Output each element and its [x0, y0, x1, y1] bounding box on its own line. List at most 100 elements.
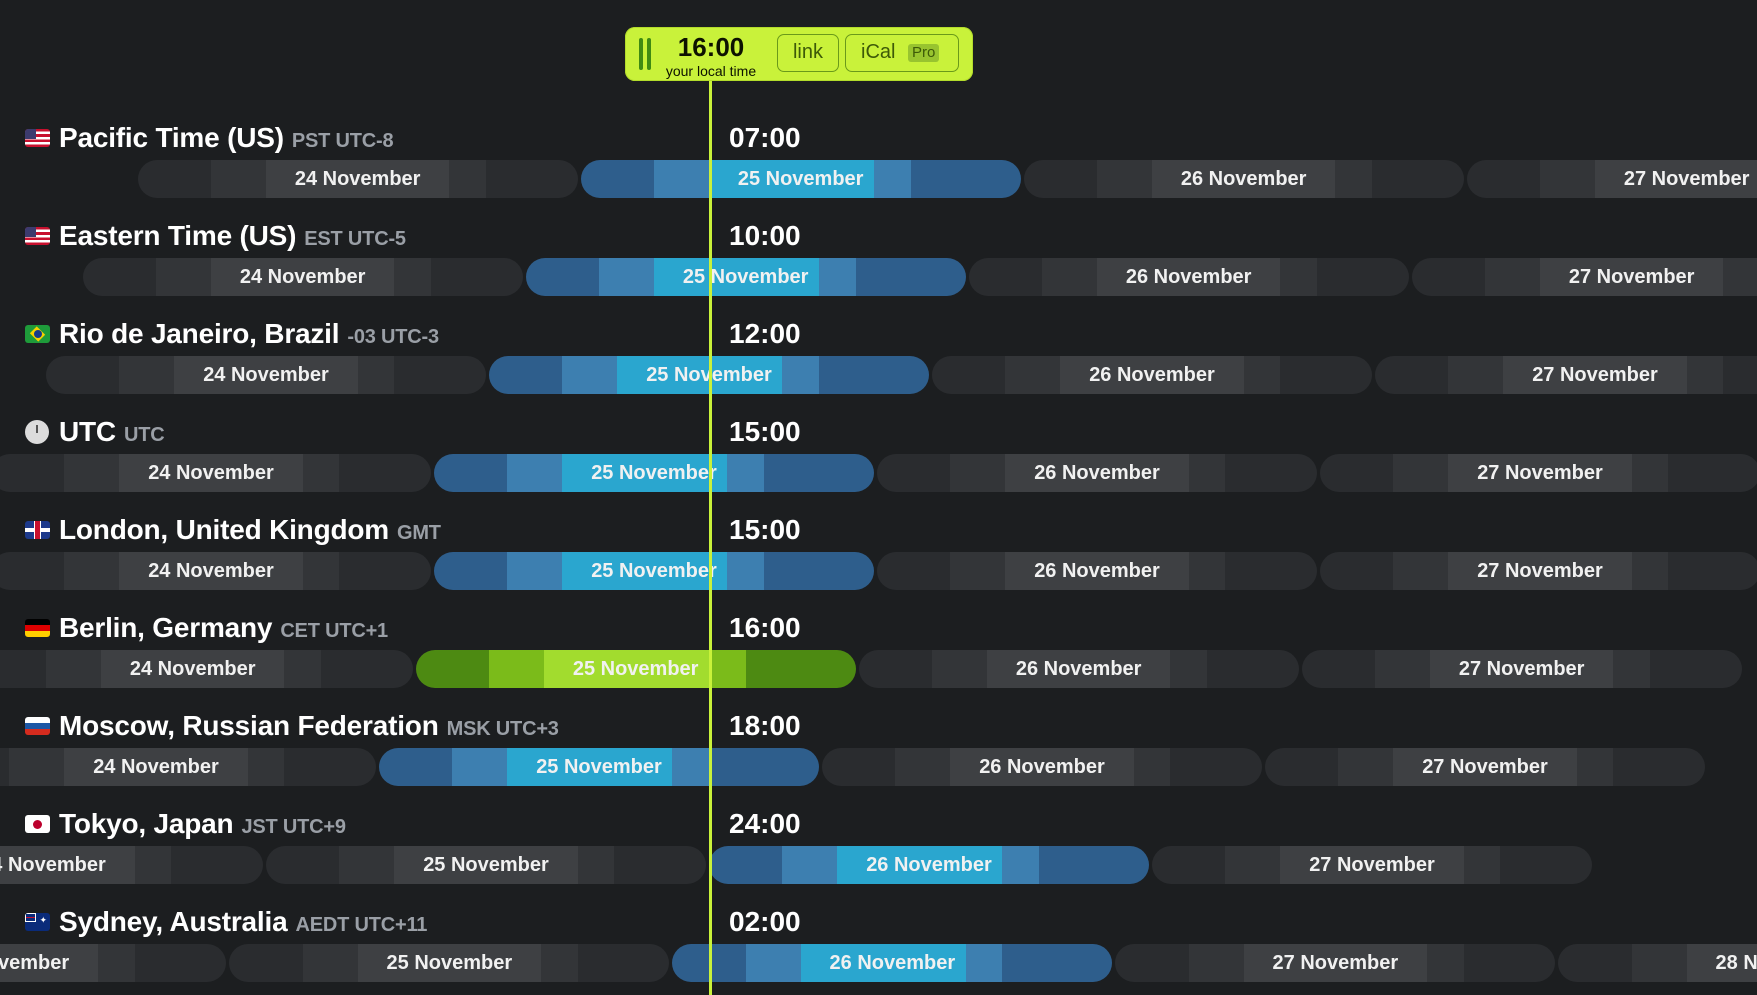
- day-label: 25 November: [572, 658, 699, 680]
- ical-button[interactable]: iCal Pro: [845, 34, 959, 72]
- day-track[interactable]: 24 November25 November26 November 27 Nove…: [0, 454, 1757, 492]
- day-track[interactable]: 24 November 25 November 26 November 27 Nove…: [0, 552, 1757, 590]
- day-pill[interactable]: 25 November: [434, 552, 874, 590]
- day-segment: [394, 356, 486, 394]
- day-pill[interactable]: 25 November: [525, 258, 966, 296]
- day-pill[interactable]: 26 November: [1023, 160, 1464, 198]
- day-segment: [577, 944, 670, 982]
- day-pill[interactable]: 27 November: [1301, 650, 1742, 688]
- current-time-line[interactable]: [709, 81, 712, 995]
- day-pill[interactable]: 27 November: [1375, 356, 1757, 394]
- japan-flag-icon: [25, 815, 50, 833]
- day-segment: [379, 748, 453, 786]
- day-pill[interactable]: 27 November: [1152, 846, 1592, 884]
- zone-header: Tokyo, Japan JST UTC+9 24:00: [0, 806, 1757, 842]
- zone-abbreviation: AEDT UTC+11: [295, 914, 428, 936]
- day-track[interactable]: 24 November 25 November26 November27 Nove…: [0, 258, 1757, 296]
- day-pill[interactable]: 24 November: [0, 650, 413, 688]
- day-label: 26 November: [829, 952, 956, 974]
- zone-abbreviation: -03 UTC-3: [347, 326, 439, 348]
- uk-flag-icon: [25, 521, 50, 539]
- day-label: 24 November: [294, 168, 421, 190]
- day-label: 27 November: [1623, 168, 1750, 190]
- zone-name-text: London, United Kingdom: [59, 514, 389, 545]
- day-pill[interactable]: 26 November: [822, 748, 1262, 786]
- day-pill[interactable]: 24 November: [82, 258, 523, 296]
- zone-abbreviation: UTC: [123, 424, 165, 446]
- day-pill[interactable]: 27 November: [1466, 160, 1757, 198]
- current-time-pill[interactable]: 16:00 your local time link iCal Pro: [625, 27, 973, 81]
- day-pill[interactable]: 26 November: [932, 356, 1372, 394]
- day-pill[interactable]: 24 November: [0, 748, 376, 786]
- day-segment: [1280, 356, 1372, 394]
- day-pill[interactable]: 24 November: [0, 454, 431, 492]
- day-track[interactable]: 24 November25 November26 November27 Nove…: [0, 846, 1757, 884]
- day-pill[interactable]: 25 November: [415, 650, 856, 688]
- day-pill[interactable]: 25 November: [379, 748, 819, 786]
- day-label: 26 November: [1089, 364, 1215, 386]
- day-segment: [580, 160, 655, 198]
- day-pill[interactable]: 27 November: [1115, 944, 1556, 982]
- day-segment: [1115, 944, 1190, 982]
- day-pill[interactable]: 27 November: [1320, 552, 1757, 590]
- day-segment: [0, 650, 47, 688]
- day-segment: [0, 454, 65, 492]
- day-segment: [321, 650, 413, 688]
- day-segment: [339, 454, 431, 492]
- day-segment: [709, 748, 819, 786]
- day-pill[interactable]: 28 November: [1558, 944, 1757, 982]
- day-pill[interactable]: 27 November: [1411, 258, 1757, 296]
- day-pill[interactable]: 26 November: [968, 258, 1409, 296]
- day-pill[interactable]: 26 November: [877, 552, 1317, 590]
- day-segment: [764, 454, 874, 492]
- zone-name: Eastern Time (US) EST UTC-5: [59, 218, 406, 257]
- day-label: 27 November: [1477, 560, 1603, 582]
- day-segment: [1152, 846, 1226, 884]
- day-pill[interactable]: 25 November: [266, 846, 706, 884]
- day-segment: [858, 650, 933, 688]
- day-label: 27 November: [1477, 462, 1603, 484]
- day-segment: [855, 258, 966, 296]
- day-label: 24 November: [239, 266, 366, 288]
- day-track[interactable]: 24 November25 November 26 November 27 Nove…: [0, 944, 1757, 982]
- day-track[interactable]: 24 November25 November26 November27 Nove…: [0, 356, 1757, 394]
- day-pill[interactable]: 24 November: [0, 552, 431, 590]
- zone-name-text: Eastern Time (US): [59, 220, 297, 251]
- day-segment: [1320, 454, 1394, 492]
- day-segment: [877, 552, 951, 590]
- day-pill[interactable]: 25 November: [434, 454, 874, 492]
- ical-label: iCal: [861, 41, 896, 63]
- zone-name: Rio de Janeiro, Brazil -03 UTC-3: [59, 316, 439, 355]
- day-label: 25 November: [591, 560, 717, 582]
- day-pill[interactable]: 25 November: [580, 160, 1021, 198]
- zone-name-text: Berlin, Germany: [59, 612, 273, 643]
- drag-handle-icon[interactable]: [639, 38, 653, 70]
- day-pill[interactable]: 24 November: [0, 944, 227, 982]
- day-pill[interactable]: 26 November: [709, 846, 1149, 884]
- day-label: 26 November: [1015, 658, 1142, 680]
- day-pill[interactable]: 27 November: [1320, 454, 1757, 492]
- zone-abbreviation: EST UTC-5: [304, 228, 406, 250]
- day-track[interactable]: 24 November 25 November 26 November27 Nove…: [0, 748, 1757, 786]
- zone-name: Sydney, Australia AEDT UTC+11: [59, 904, 427, 943]
- day-pill[interactable]: 26 November: [858, 650, 1299, 688]
- day-pill[interactable]: 24 November: [0, 846, 263, 884]
- day-pill[interactable]: 24 November: [46, 356, 486, 394]
- day-segment: [1375, 356, 1449, 394]
- day-segment: [339, 552, 431, 590]
- day-segment: [485, 160, 578, 198]
- day-label: 25 November: [536, 756, 662, 778]
- day-pill[interactable]: 24 November: [137, 160, 578, 198]
- day-pill[interactable]: 26 November: [672, 944, 1113, 982]
- day-segment: [82, 258, 157, 296]
- australia-flag-icon: [25, 913, 50, 931]
- link-button[interactable]: link: [777, 34, 839, 72]
- day-pill[interactable]: 26 November: [877, 454, 1317, 492]
- day-segment: [1558, 944, 1633, 982]
- day-track[interactable]: 24 November 25 November 26 November 27 Nove…: [0, 650, 1757, 688]
- day-segment: [434, 552, 508, 590]
- day-track[interactable]: 24 November 25 November26 November 27 Nove…: [0, 160, 1757, 198]
- day-pill[interactable]: 27 November: [1265, 748, 1705, 786]
- day-pill[interactable]: 25 November: [229, 944, 670, 982]
- day-segment: [1002, 944, 1113, 982]
